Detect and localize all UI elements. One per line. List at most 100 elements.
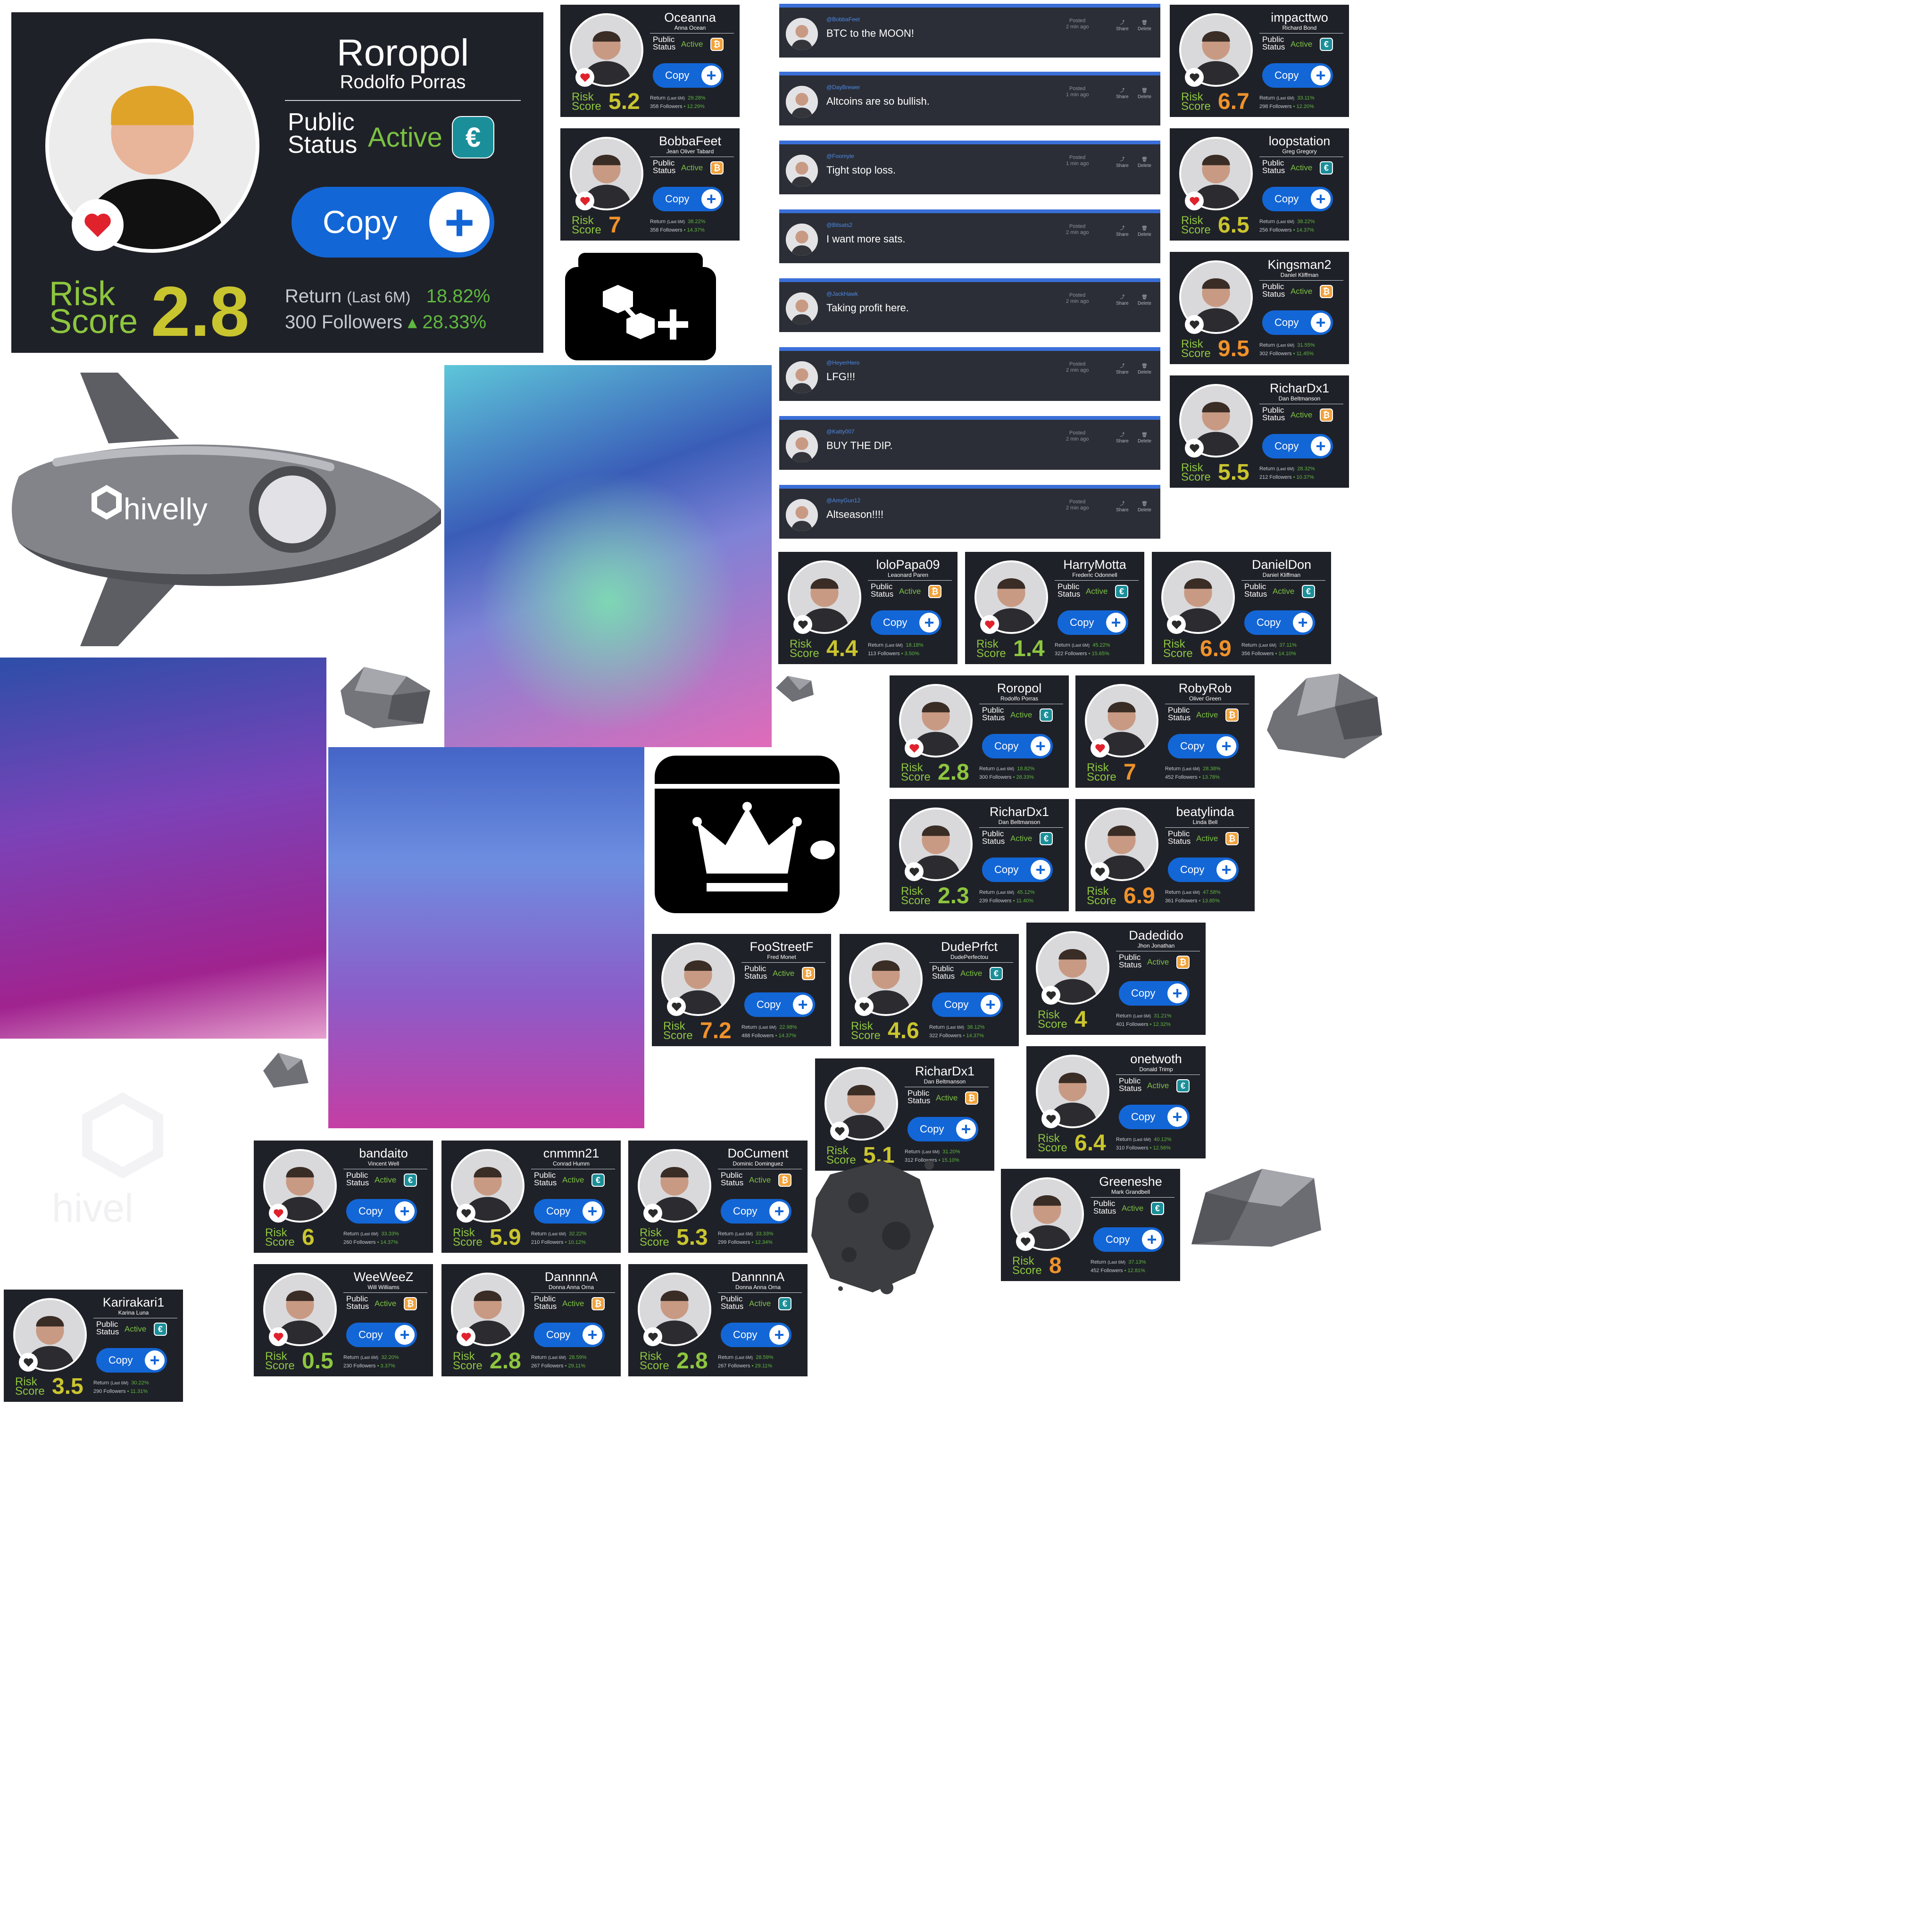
copy-button[interactable]: Copy + [982, 858, 1053, 882]
delete-button[interactable]: 🗑 Delete [1138, 88, 1151, 100]
copy-button[interactable]: Copy + [1244, 610, 1315, 635]
divider [1055, 580, 1139, 581]
like-button[interactable] [269, 1204, 288, 1223]
copy-button[interactable]: Copy + [908, 1117, 978, 1141]
copy-button[interactable]: Copy + [1168, 858, 1239, 882]
copy-button[interactable]: Copy + [1058, 610, 1128, 635]
delete-button[interactable]: 🗑 Delete [1138, 294, 1151, 307]
like-button[interactable] [575, 192, 594, 210]
like-button[interactable] [1041, 1109, 1060, 1128]
share-button[interactable]: ⤴ Share [1116, 157, 1129, 169]
risk-label: Risk Score [663, 1020, 693, 1042]
delete-button[interactable]: 🗑 Delete [1138, 225, 1151, 238]
status-active: Active [960, 969, 983, 978]
copy-button[interactable]: Copy + [871, 610, 941, 635]
delete-button[interactable]: 🗑 Delete [1138, 363, 1151, 375]
post-avatar[interactable] [786, 499, 818, 531]
post-avatar[interactable] [786, 224, 818, 256]
like-button[interactable] [1091, 862, 1109, 881]
like-button[interactable] [19, 1353, 38, 1372]
post-handle[interactable]: @HeyerHero [826, 359, 859, 366]
copy-button[interactable]: Copy + [744, 992, 815, 1017]
like-button[interactable] [1167, 615, 1186, 634]
like-button[interactable] [1041, 986, 1060, 1005]
like-button[interactable] [1091, 739, 1109, 758]
crown-card-icon[interactable] [655, 756, 840, 913]
public-status-label: Public Status [346, 1171, 369, 1187]
copy-button[interactable]: Copy + [653, 187, 724, 211]
trader-username: Kingsman2 [1267, 258, 1332, 272]
copy-button[interactable]: Copy + [291, 187, 494, 258]
share-button[interactable]: ⤴ Share [1116, 225, 1129, 238]
return-stat: Return (Last 6M) 37.11% [1241, 642, 1297, 648]
share-button[interactable]: ⤴ Share [1116, 363, 1129, 375]
copy-button[interactable]: Copy + [1262, 434, 1333, 458]
like-button[interactable] [269, 1327, 288, 1346]
delete-button[interactable]: 🗑 Delete [1138, 157, 1151, 169]
copy-button[interactable]: Copy + [1093, 1227, 1164, 1252]
like-button[interactable] [1016, 1232, 1035, 1251]
heart-icon [1171, 620, 1182, 629]
add-network-card-icon[interactable] [565, 253, 716, 360]
like-button[interactable] [855, 997, 874, 1016]
like-button[interactable] [643, 1327, 662, 1346]
copy-button[interactable]: Copy + [982, 734, 1053, 758]
trader-real-name: Donna Anna Orna [735, 1284, 781, 1291]
delete-button[interactable]: 🗑 Delete [1138, 501, 1151, 513]
copy-label: Copy [1274, 69, 1299, 81]
like-button[interactable] [667, 997, 686, 1016]
like-button[interactable] [457, 1327, 475, 1346]
like-button[interactable] [457, 1204, 475, 1223]
like-button[interactable] [1185, 439, 1204, 458]
delete-button[interactable]: 🗑 Delete [1138, 20, 1151, 32]
copy-button[interactable]: Copy + [96, 1348, 167, 1373]
post-handle[interactable]: @Foomyte [826, 153, 854, 159]
copy-button[interactable]: Copy + [534, 1323, 605, 1347]
like-button[interactable] [1185, 68, 1204, 87]
post-handle[interactable]: @BobbaFeet [826, 16, 860, 23]
share-button[interactable]: ⤴ Share [1116, 20, 1129, 32]
post-handle[interactable]: @JackHawk [826, 291, 858, 297]
status-active: Active [1291, 410, 1313, 419]
like-button[interactable] [1185, 192, 1204, 210]
followers-stat: 302 Followers • 11.45% [1259, 351, 1314, 357]
post-handle[interactable]: @DayBrewer [826, 84, 860, 91]
post-avatar[interactable] [786, 18, 818, 50]
share-button[interactable]: ⤴ Share [1116, 88, 1129, 100]
post-avatar[interactable] [786, 292, 818, 325]
share-button[interactable]: ⤴ Share [1116, 294, 1129, 307]
like-button[interactable] [905, 739, 924, 758]
copy-button[interactable]: Copy + [932, 992, 1003, 1017]
delete-button[interactable]: 🗑 Delete [1138, 432, 1151, 444]
copy-button[interactable]: Copy + [346, 1199, 417, 1224]
post-handle[interactable]: @Bitsats2 [826, 222, 852, 228]
copy-button[interactable]: Copy + [1119, 981, 1190, 1006]
post-avatar[interactable] [786, 361, 818, 393]
copy-button[interactable]: Copy + [1168, 734, 1239, 758]
like-button[interactable] [830, 1122, 849, 1141]
like-button[interactable] [72, 199, 124, 251]
like-button[interactable] [575, 68, 594, 87]
post-avatar[interactable] [786, 86, 818, 118]
copy-button[interactable]: Copy + [721, 1199, 791, 1224]
copy-button[interactable]: Copy + [1119, 1105, 1190, 1129]
copy-button[interactable]: Copy + [653, 63, 724, 88]
like-button[interactable] [1185, 315, 1204, 334]
post-avatar[interactable] [786, 155, 818, 187]
post-handle[interactable]: @AmyGun12 [826, 497, 860, 504]
like-button[interactable] [980, 615, 999, 634]
copy-button[interactable]: Copy + [346, 1323, 417, 1347]
like-button[interactable] [793, 615, 812, 634]
copy-button[interactable]: Copy + [1262, 310, 1333, 335]
copy-button[interactable]: Copy + [534, 1199, 605, 1224]
post-handle[interactable]: @Katty007 [826, 428, 855, 435]
share-button[interactable]: ⤴ Share [1116, 501, 1129, 513]
copy-button[interactable]: Copy + [1262, 63, 1333, 88]
share-button[interactable]: ⤴ Share [1116, 432, 1129, 444]
copy-button[interactable]: Copy + [721, 1323, 791, 1347]
copy-button[interactable]: Copy + [1262, 187, 1333, 211]
like-button[interactable] [643, 1204, 662, 1223]
risk-label: Risk Score [640, 1350, 669, 1372]
like-button[interactable] [905, 862, 924, 881]
post-avatar[interactable] [786, 430, 818, 462]
